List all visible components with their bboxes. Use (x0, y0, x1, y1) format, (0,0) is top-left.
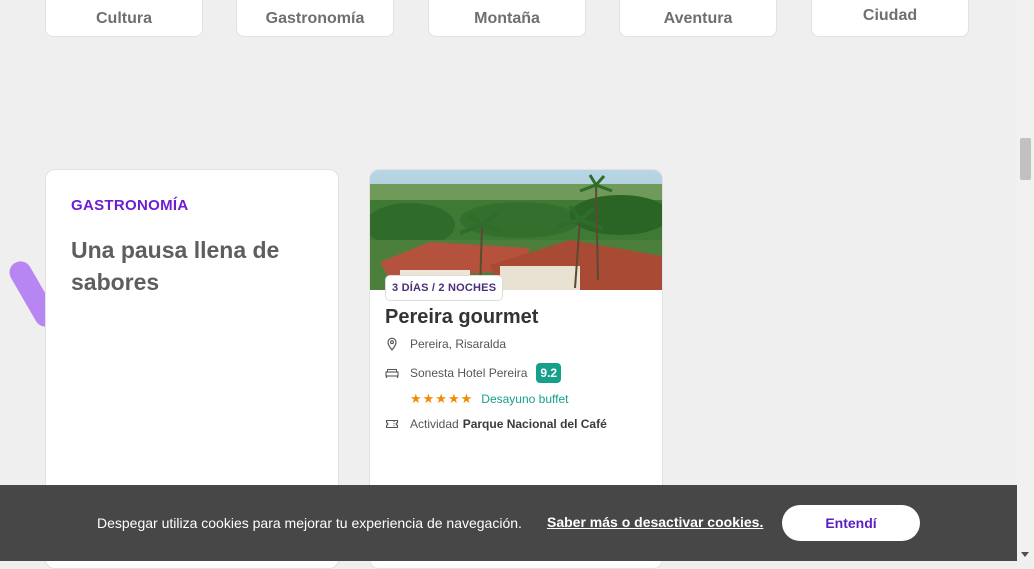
accept-cookies-button[interactable]: Entendí (782, 505, 920, 541)
cookie-banner: Despegar utiliza cookies para mejorar tu… (0, 485, 1017, 561)
location-row: Pereira, Risaralda (385, 337, 506, 351)
intro-kicker: GASTRONOMÍA (71, 197, 189, 214)
hotel-score-badge: 9.2 (536, 363, 562, 383)
category-label: Cultura (96, 9, 152, 27)
location-pin-icon (385, 337, 399, 351)
hotel-name: Sonesta Hotel Pereira (410, 366, 528, 380)
activity-label: Actividad (410, 417, 459, 431)
category-label: Gastronomía (265, 9, 365, 27)
rating-row: ★★★★★ Desayuno buffet (410, 391, 568, 407)
scrollbar-thumb[interactable] (1020, 138, 1031, 180)
activity-name: Parque Nacional del Café (462, 417, 607, 431)
duration-badge: 3 DÍAS / 2 NOCHES (385, 275, 504, 301)
intro-title: Una pausa llena de sabores (71, 237, 280, 295)
category-aventura[interactable]: Aventura (619, 0, 777, 37)
hotel-row: Sonesta Hotel Pereira 9.2 (385, 363, 562, 383)
category-label: Ciudad (862, 6, 918, 24)
bed-icon (385, 366, 399, 380)
cookie-settings-link[interactable]: Saber más o desactivar cookies. (547, 514, 763, 530)
category-montana[interactable]: Montaña (428, 0, 586, 37)
ticket-icon (385, 417, 399, 431)
vertical-scrollbar[interactable] (1017, 0, 1034, 561)
activity-row: Actividad Parque Nacional del Café (385, 417, 607, 431)
star-rating-icons: ★★★★★ (410, 391, 474, 406)
category-ciudad[interactable]: Ciudad (811, 0, 969, 37)
category-cultura[interactable]: Cultura (45, 0, 203, 37)
meal-plan: Desayuno buffet (481, 392, 569, 406)
category-label: Montaña (474, 9, 540, 27)
scroll-down-arrow-icon[interactable] (1021, 552, 1029, 557)
package-title[interactable]: Pereira gourmet (385, 306, 538, 329)
location-text: Pereira, Risaralda (410, 337, 507, 351)
package-photo (370, 170, 662, 290)
category-label: Aventura (663, 9, 733, 27)
cookie-message: Despegar utiliza cookies para mejorar tu… (97, 515, 522, 531)
category-gastronomia[interactable]: Gastronomía (236, 0, 394, 37)
